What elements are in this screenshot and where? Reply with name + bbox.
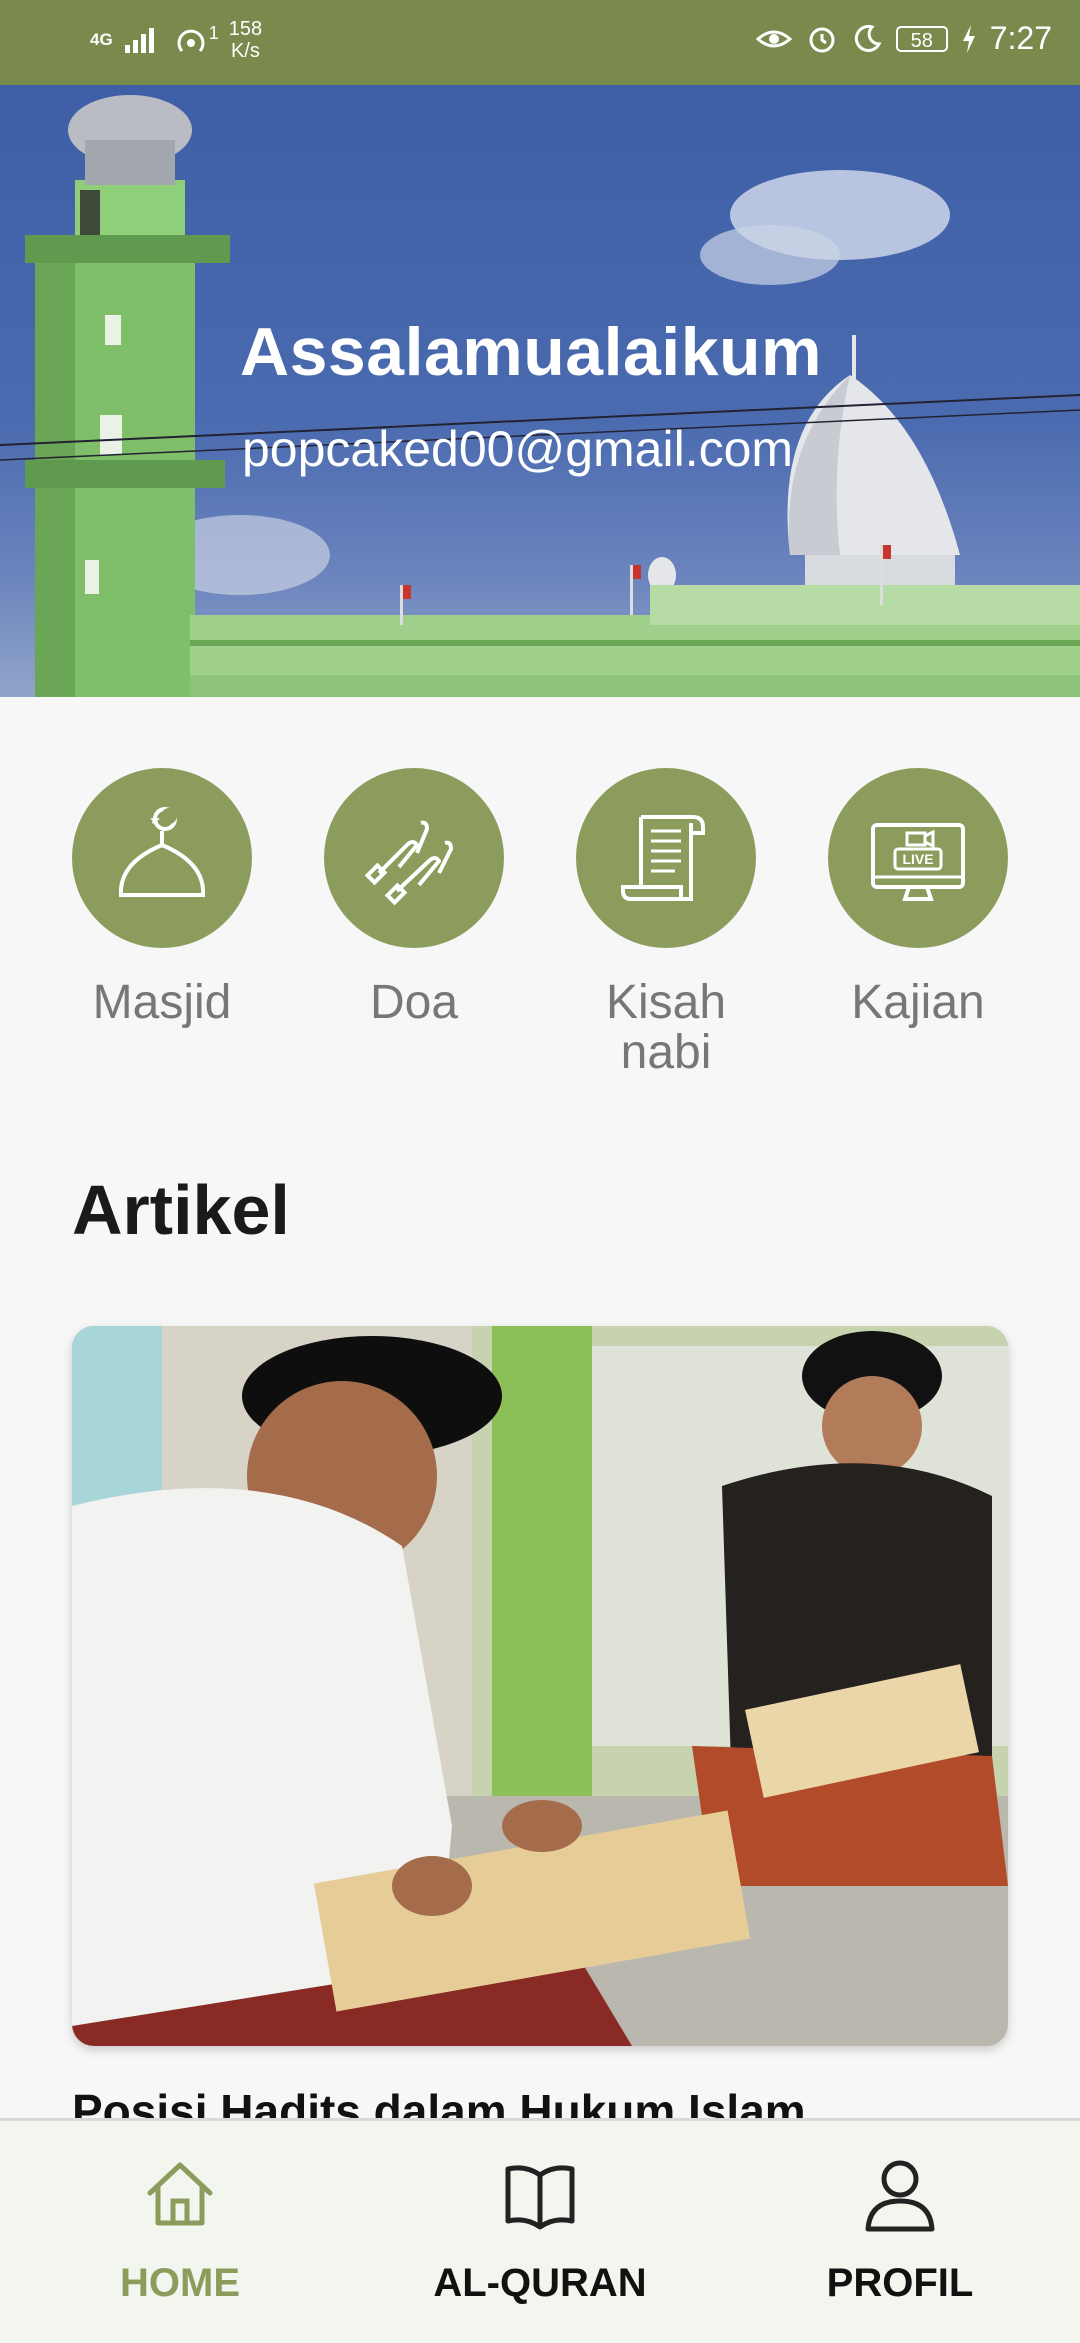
menu-item-kisah-nabi[interactable]: Kisah nabi — [566, 768, 766, 1078]
speed-unit: K/s — [230, 40, 260, 62]
menu-label-kisah-nabi: Kisah nabi — [605, 976, 727, 1079]
masjid-circle — [72, 768, 252, 948]
svg-text:LIVE: LIVE — [902, 851, 933, 867]
charging-icon — [962, 24, 975, 53]
home-icon — [147, 2162, 213, 2226]
nav-al-quran[interactable]: AL-QURAN — [360, 2121, 720, 2343]
hotspot-icon — [177, 29, 205, 52]
bottom-navigation: HOME AL-QURAN PROFIL — [0, 2118, 1080, 2343]
status-bar: 4G 1 158 K/s 58 7:27 — [0, 0, 1080, 85]
speed-value: 158 — [228, 18, 263, 40]
network-type: 4G — [90, 30, 113, 49]
user-email: popcaked00@gmail.com — [242, 421, 794, 477]
book-icon — [505, 2165, 575, 2230]
alarm-icon — [809, 27, 835, 52]
nav-label-profil: PROFIL — [826, 2261, 974, 2305]
nav-home[interactable]: HOME — [0, 2121, 360, 2343]
status-right: 58 7:27 — [755, 20, 1052, 57]
article-card[interactable] — [72, 1326, 1008, 2046]
doa-circle — [324, 768, 504, 948]
nav-profil[interactable]: PROFIL — [720, 2121, 1080, 2343]
clock: 7:27 — [989, 20, 1052, 56]
status-left: 4G 1 158 K/s — [90, 18, 262, 62]
kisah-nabi-circle — [576, 768, 756, 948]
hotspot-count: 1 — [208, 22, 219, 43]
nav-label-al-quran: AL-QURAN — [433, 2261, 647, 2305]
live-monitor-icon: LIVE — [871, 823, 965, 901]
hero-banner: Assalamualaikum popcaked00@gmail.com — [0, 85, 1080, 697]
battery-icon: 58 — [895, 25, 948, 52]
network-speed: 158 K/s — [229, 18, 262, 62]
signal-icon — [124, 28, 154, 53]
mosque-dome-icon — [118, 807, 206, 897]
menu-label-kajian: Kajian — [851, 976, 985, 1029]
menu-item-masjid[interactable]: Masjid — [62, 768, 262, 1028]
menu-item-kajian[interactable]: LIVE Kajian — [818, 768, 1018, 1028]
scroll-icon — [621, 815, 705, 901]
menu-label-masjid: Masjid — [92, 976, 232, 1029]
section-title-artikel: Artikel — [72, 1171, 290, 1249]
menu-label-doa: Doa — [369, 976, 459, 1029]
article-image — [72, 1326, 1008, 2046]
nav-label-home: HOME — [120, 2261, 240, 2305]
mosque-background-image — [0, 95, 1080, 697]
moon-icon — [854, 24, 882, 52]
user-icon — [865, 2160, 935, 2232]
praying-hands-icon — [364, 820, 454, 906]
eye-icon — [755, 30, 792, 47]
greeting-title: Assalamualaikum — [240, 314, 823, 390]
menu-item-doa[interactable]: Doa — [314, 768, 514, 1028]
kajian-circle: LIVE — [828, 768, 1008, 948]
